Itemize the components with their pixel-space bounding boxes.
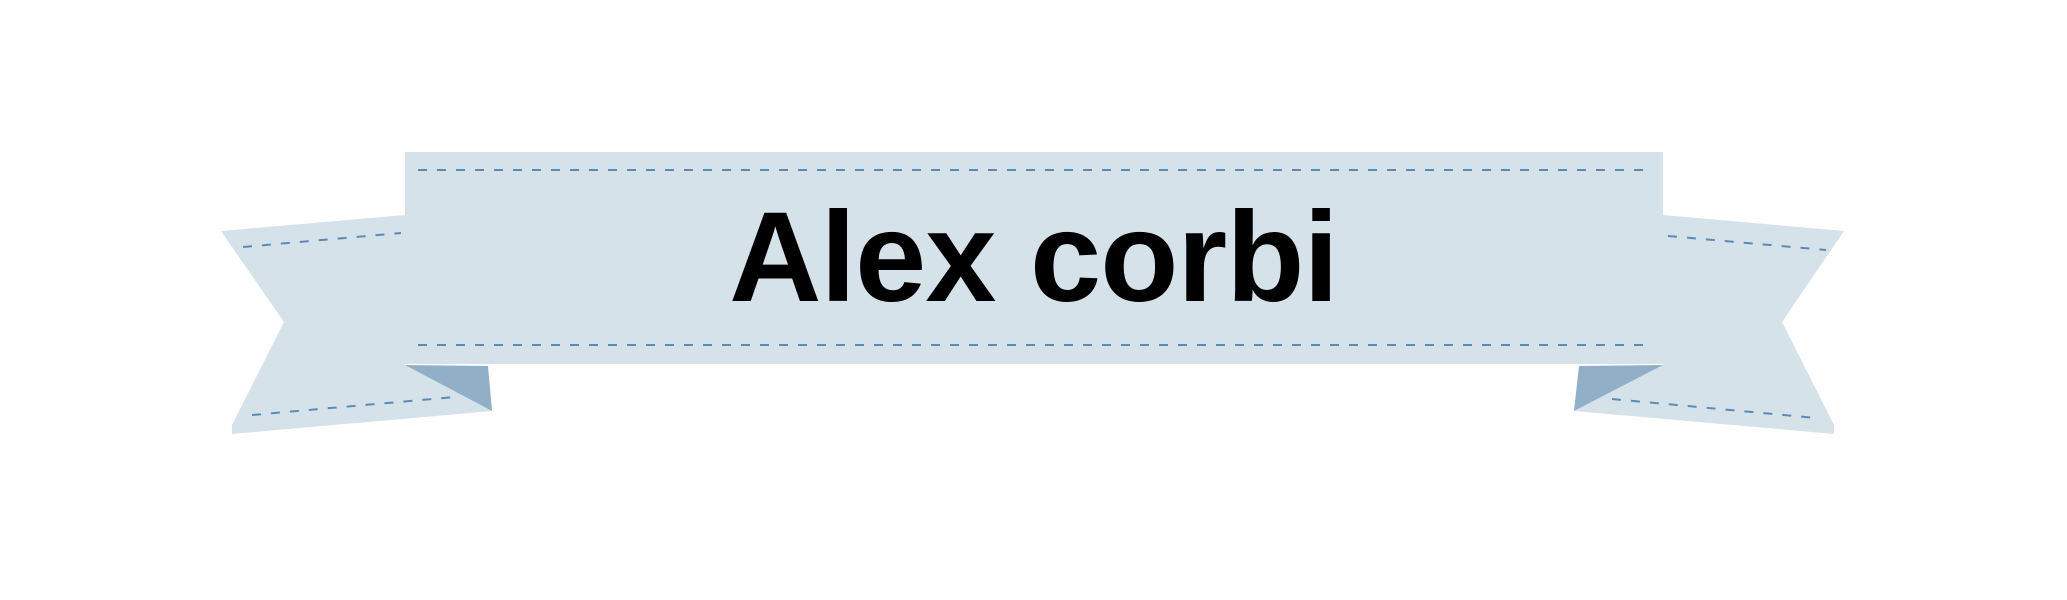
ribbon-banner: Alex corbi (0, 0, 2067, 600)
banner-title: Alex corbi (729, 186, 1339, 329)
